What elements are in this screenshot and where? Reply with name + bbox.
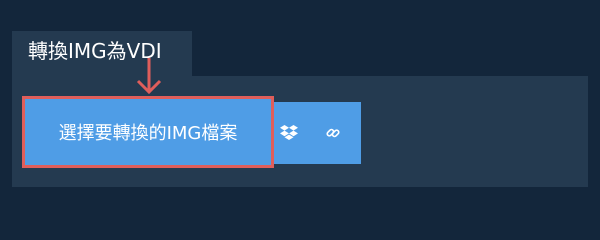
converter-tab: 轉換IMG為VDI (12, 31, 192, 77)
dropbox-icon (280, 125, 298, 140)
url-link-button[interactable] (304, 102, 361, 164)
choose-file-label: 選擇要轉換的IMG檔案 (58, 123, 238, 144)
dropbox-button[interactable] (274, 102, 304, 164)
converter-page: 轉換IMG為VDI 選擇要轉換的IMG檔案 (0, 0, 600, 230)
link-icon (325, 128, 340, 138)
arrow-down-icon (136, 58, 162, 95)
choose-file-button[interactable]: 選擇要轉換的IMG檔案 (22, 96, 274, 168)
